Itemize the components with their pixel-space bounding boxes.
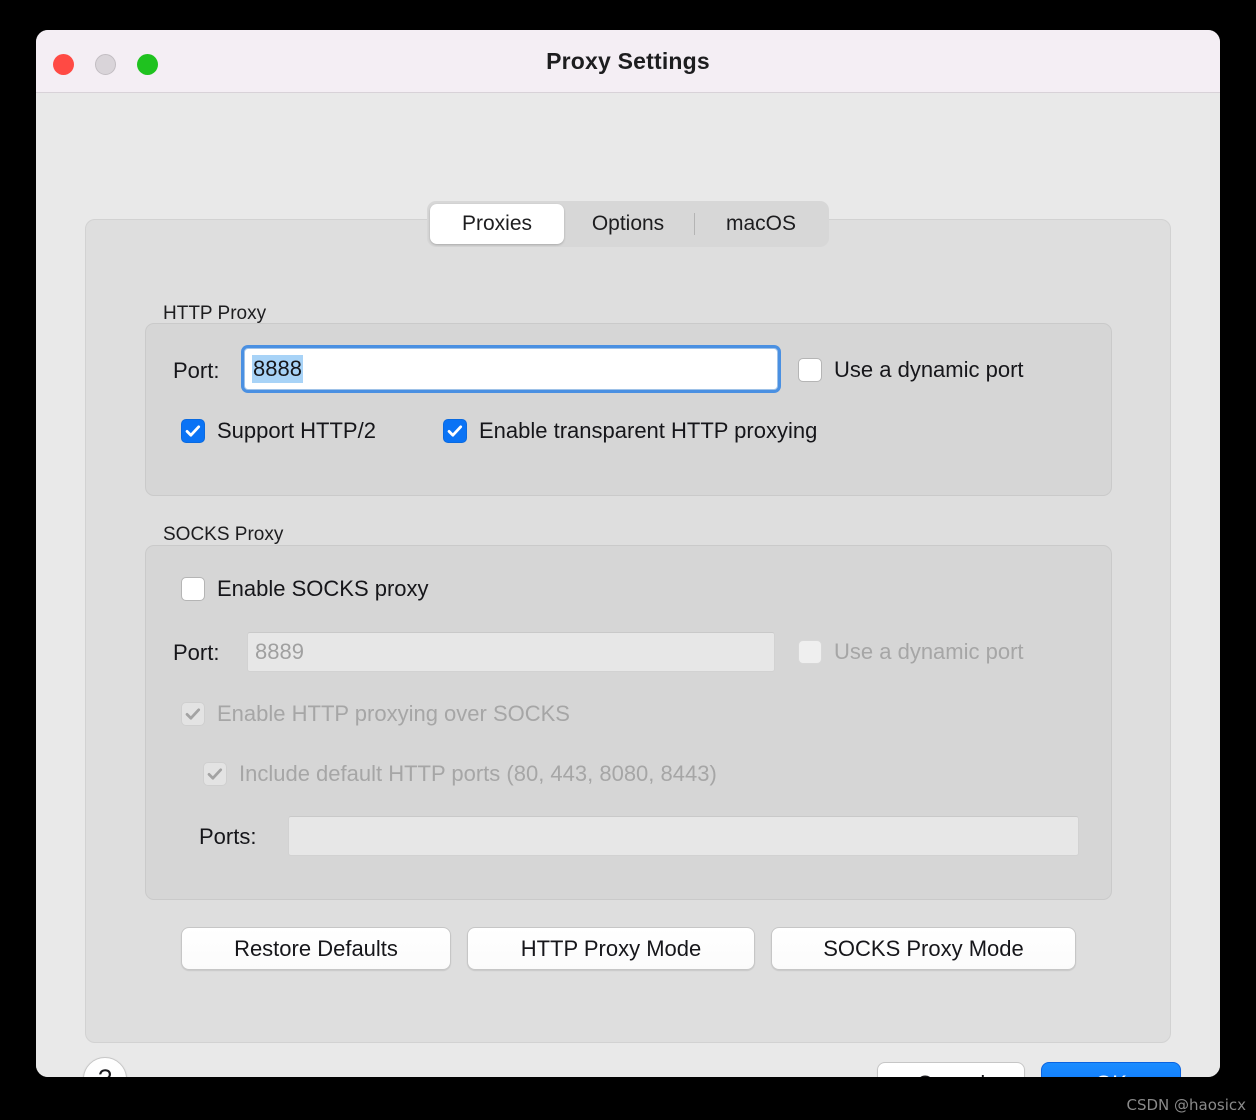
socks-dynamic-port-label: Use a dynamic port — [834, 639, 1024, 664]
tab-options[interactable]: Options — [564, 204, 692, 244]
default-ports-row[interactable]: Include default HTTP ports (80, 443, 808… — [203, 761, 717, 787]
check-icon — [204, 763, 226, 785]
traffic-lights — [53, 54, 158, 75]
http-over-socks-label: Enable HTTP proxying over SOCKS — [217, 701, 570, 726]
watermark: CSDN @haosicx — [1126, 1096, 1246, 1114]
socks-ports-input[interactable] — [288, 816, 1079, 856]
window-title: Proxy Settings — [546, 47, 710, 74]
http-over-socks-checkbox[interactable] — [181, 702, 205, 726]
http-port-input[interactable]: 8888 — [244, 348, 778, 390]
close-window-button[interactable] — [53, 54, 74, 75]
http-port-value: 8888 — [252, 355, 303, 383]
socks-port-input[interactable]: 8889 — [247, 632, 775, 672]
transparent-http-label: Enable transparent HTTP proxying — [479, 418, 818, 443]
default-ports-checkbox[interactable] — [203, 762, 227, 786]
http-over-socks-row[interactable]: Enable HTTP proxying over SOCKS — [181, 701, 570, 727]
support-http2-row[interactable]: Support HTTP/2 — [181, 418, 376, 444]
transparent-http-checkbox[interactable] — [443, 419, 467, 443]
support-http2-label: Support HTTP/2 — [217, 418, 376, 443]
enable-socks-checkbox[interactable] — [181, 577, 205, 601]
tab-bar: Proxies Options macOS — [427, 201, 829, 247]
check-icon — [182, 703, 204, 725]
window-titlebar: Proxy Settings — [36, 30, 1220, 93]
http-dynamic-port-label: Use a dynamic port — [834, 357, 1024, 382]
check-icon — [182, 420, 204, 442]
socks-ports-label: Ports: — [199, 824, 257, 849]
support-http2-checkbox[interactable] — [181, 419, 205, 443]
socks-port-label: Port: — [173, 640, 220, 665]
enable-socks-label: Enable SOCKS proxy — [217, 576, 429, 601]
default-ports-label: Include default HTTP ports (80, 443, 808… — [239, 761, 717, 786]
tab-macos[interactable]: macOS — [697, 204, 825, 244]
socks-port-value: 8889 — [255, 639, 304, 664]
http-dynamic-port-row[interactable]: Use a dynamic port — [798, 357, 1024, 383]
cancel-button[interactable]: Cancel — [877, 1062, 1025, 1077]
transparent-http-row[interactable]: Enable transparent HTTP proxying — [443, 418, 817, 444]
http-proxy-group-label: HTTP Proxy — [163, 303, 267, 324]
enable-socks-row[interactable]: Enable SOCKS proxy — [181, 576, 429, 602]
socks-dynamic-port-checkbox[interactable] — [798, 640, 822, 664]
proxy-settings-window: Proxy Settings Proxies Options macOS HTT… — [36, 30, 1220, 1077]
check-icon — [444, 420, 466, 442]
socks-dynamic-port-row[interactable]: Use a dynamic port — [798, 639, 1024, 665]
dialog-body: Proxies Options macOS HTTP Proxy Port: 8… — [36, 93, 1220, 1077]
minimize-window-button[interactable] — [95, 54, 116, 75]
restore-defaults-button[interactable]: Restore Defaults — [181, 927, 451, 970]
http-port-label: Port: — [173, 358, 220, 383]
socks-proxy-mode-button[interactable]: SOCKS Proxy Mode — [771, 927, 1076, 970]
http-dynamic-port-checkbox[interactable] — [798, 358, 822, 382]
ok-button[interactable]: OK — [1041, 1062, 1181, 1077]
tab-divider — [694, 213, 695, 235]
socks-proxy-group-label: SOCKS Proxy — [163, 524, 284, 545]
tab-proxies[interactable]: Proxies — [430, 204, 564, 244]
http-proxy-mode-button[interactable]: HTTP Proxy Mode — [467, 927, 755, 970]
zoom-window-button[interactable] — [137, 54, 158, 75]
help-button[interactable]: ? — [83, 1057, 127, 1077]
